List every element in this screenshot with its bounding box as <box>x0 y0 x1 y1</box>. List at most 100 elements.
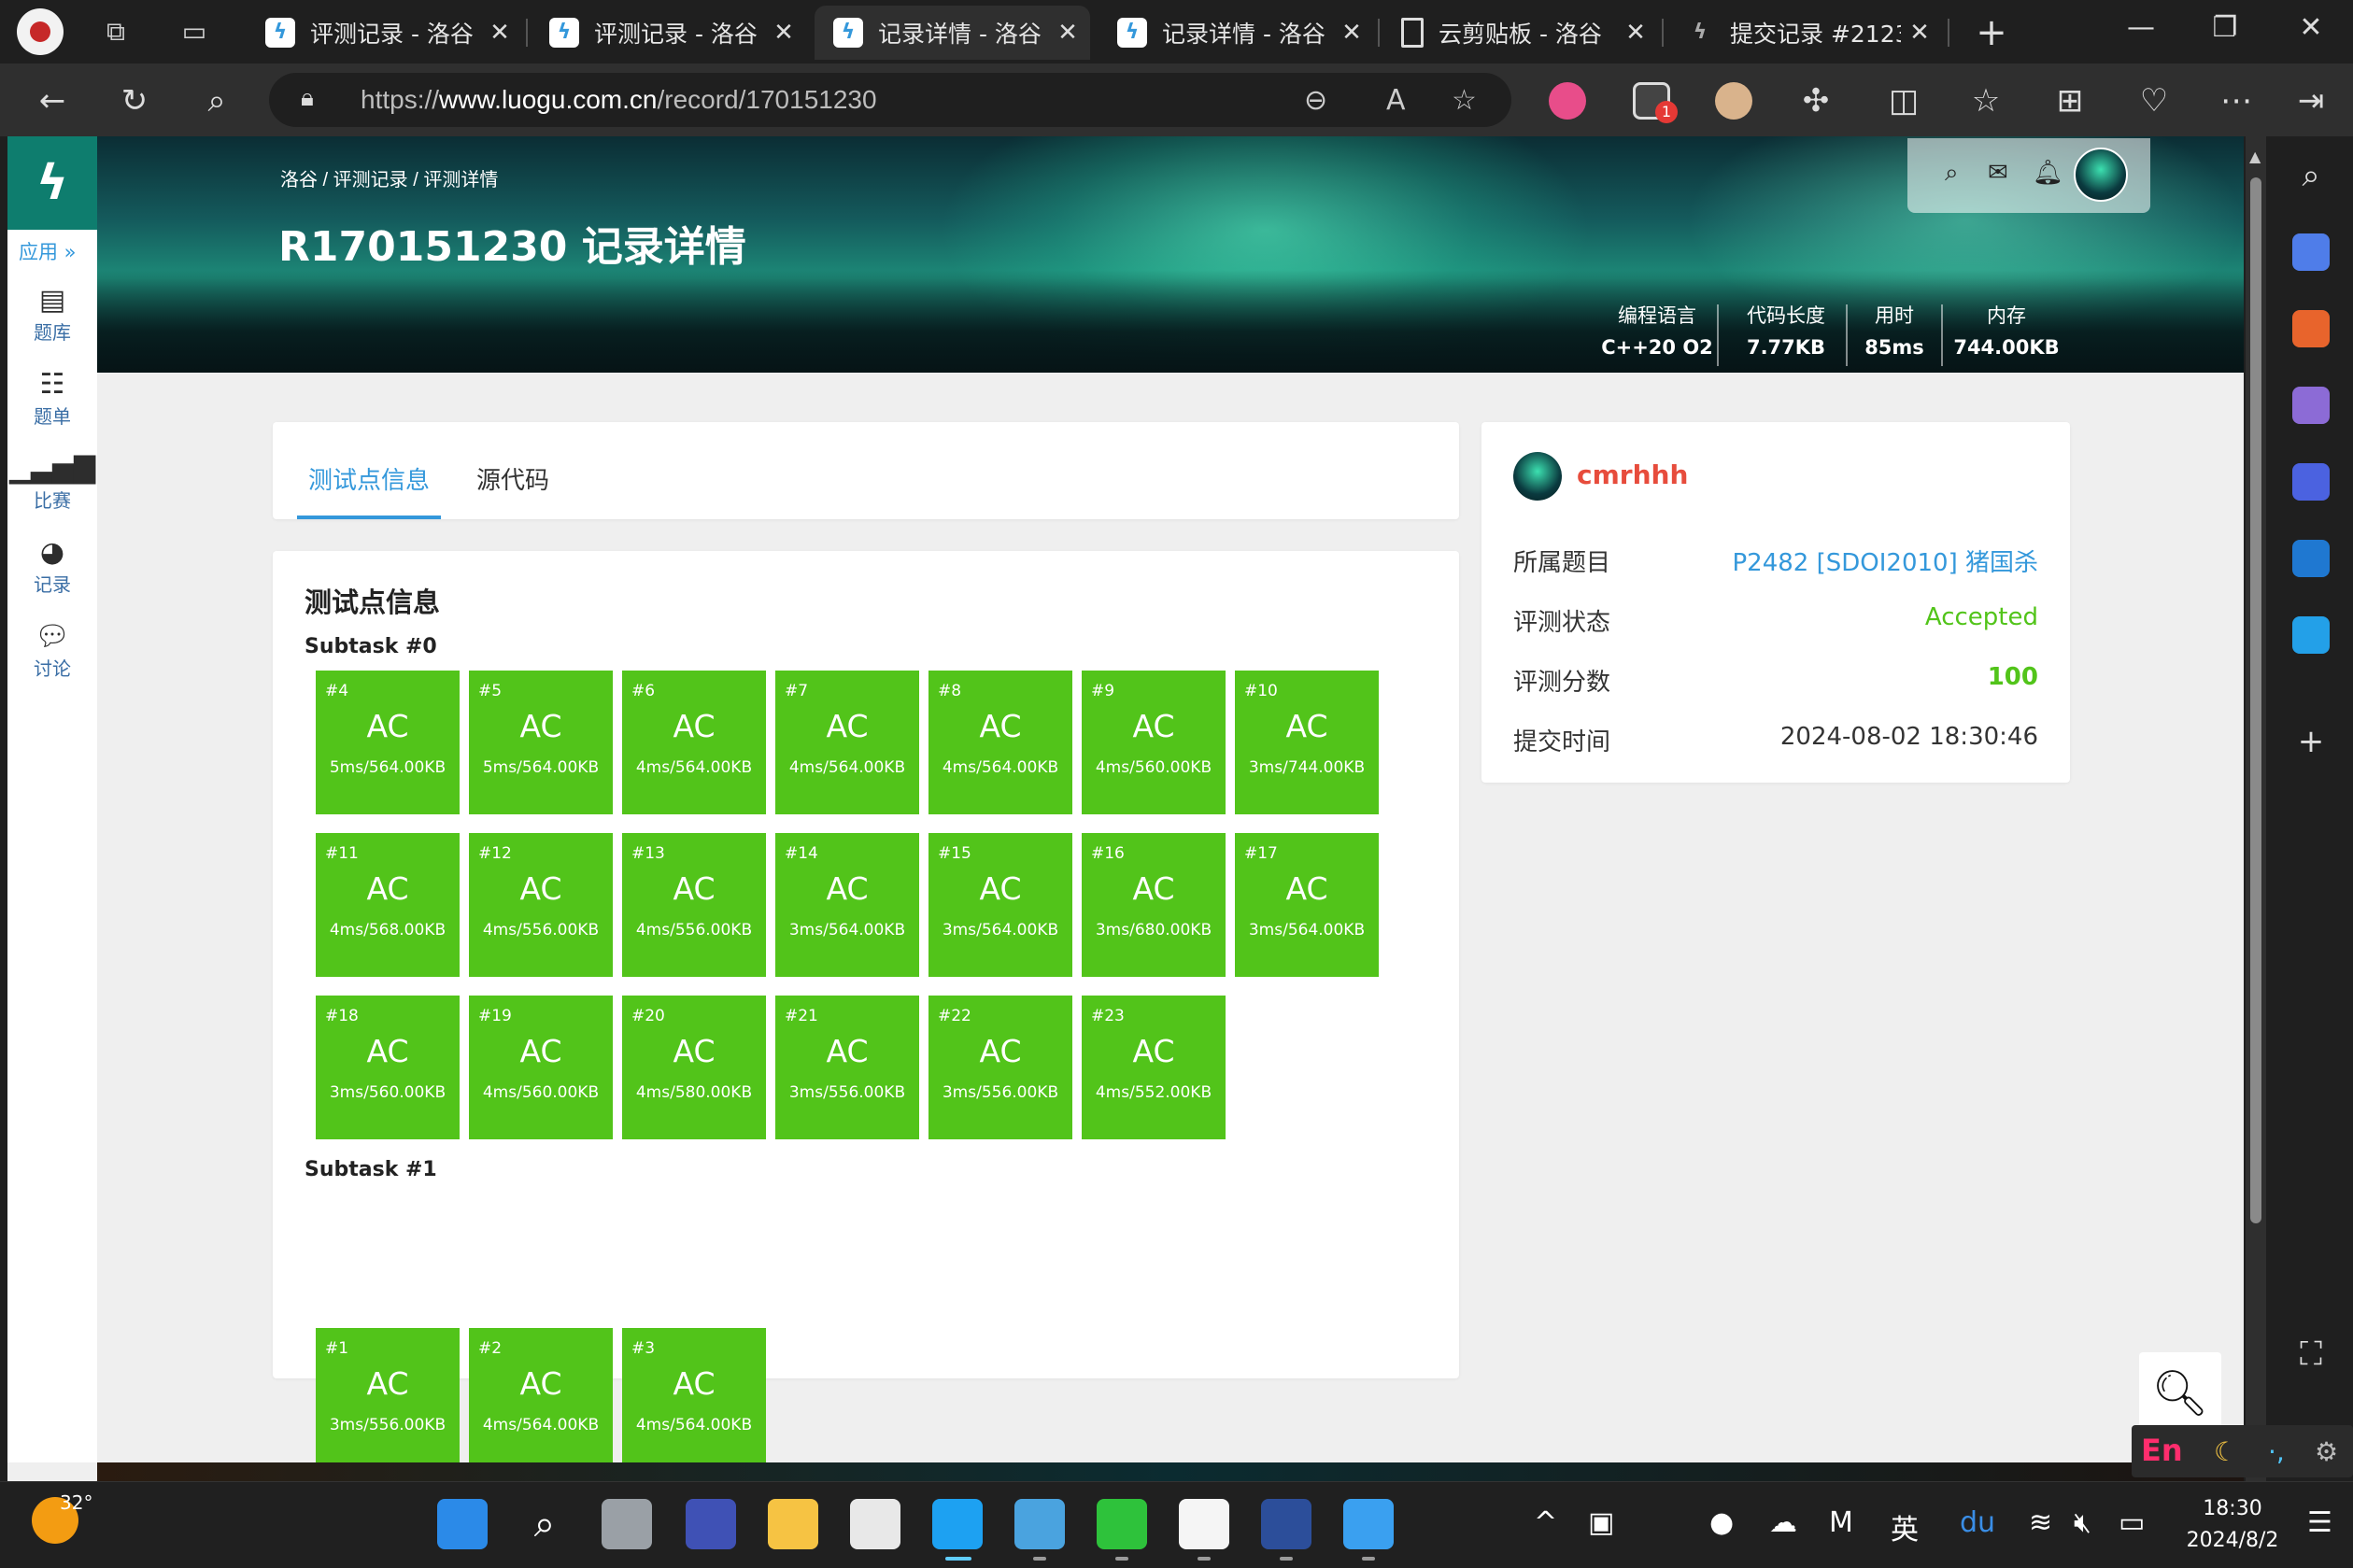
tray-app-icon[interactable]: ▣ <box>1588 1506 1614 1539</box>
wechat-icon[interactable] <box>1097 1499 1147 1549</box>
search-icon[interactable]: ⌕ <box>519 1499 570 1549</box>
sidebar-item-contest[interactable]: ▁▃▅▇ 比赛 <box>7 452 97 513</box>
onedrive-icon[interactable]: ☁ <box>1769 1506 1797 1539</box>
browser-tab-active[interactable]: ϟ 记录详情 - 洛谷 ✕ <box>815 6 1090 60</box>
browser-tab[interactable]: ϟ 评测记录 - 洛谷 ✕ <box>531 6 806 60</box>
close-icon[interactable]: ✕ <box>1617 19 1654 47</box>
moon-icon[interactable]: ☾ <box>2214 1436 2237 1467</box>
testcase-tile[interactable]: #17 AC 3ms/564.00KB <box>1235 833 1379 977</box>
baidu-netdisk-icon[interactable]: du <box>1960 1506 1995 1539</box>
testcase-tile[interactable]: #9 AC 4ms/560.00KB <box>1082 671 1226 814</box>
testcase-tile[interactable]: #10 AC 3ms/744.00KB <box>1235 671 1379 814</box>
copilot-icon[interactable] <box>2292 463 2330 501</box>
back-button[interactable]: ← <box>32 80 73 121</box>
avatar[interactable] <box>1513 452 1562 501</box>
add-icon[interactable]: + <box>2290 721 2332 762</box>
games-icon[interactable] <box>2292 387 2330 424</box>
luogu-logo[interactable]: ϟ <box>7 136 97 230</box>
avatar[interactable] <box>2074 148 2128 202</box>
search-icon[interactable]: ⌕ <box>2290 155 2332 196</box>
browser-essentials-icon[interactable]: ♡ <box>2133 80 2175 121</box>
extension-icon[interactable] <box>1549 82 1586 120</box>
sidebar-item-problems[interactable]: ▤ 题库 <box>7 284 97 345</box>
bell-icon[interactable]: 🔔︎ <box>2033 159 2063 187</box>
close-icon[interactable]: ✕ <box>1049 19 1086 47</box>
outlook-icon[interactable] <box>2292 540 2330 577</box>
screenshot-icon[interactable]: ⛶ <box>2290 1334 2332 1375</box>
tools-icon[interactable] <box>2292 310 2330 347</box>
testcase-tile[interactable]: #15 AC 3ms/564.00KB <box>928 833 1072 977</box>
collections-icon[interactable]: ⊞ <box>2049 80 2091 121</box>
wechat-tray-icon[interactable]: ● <box>1709 1506 1734 1539</box>
search-icon[interactable]: ⌕ <box>196 80 237 121</box>
testcase-tile[interactable]: #20 AC 4ms/580.00KB <box>622 996 766 1139</box>
shopping-tag-icon[interactable] <box>2292 233 2330 271</box>
task-view-icon[interactable] <box>602 1499 652 1549</box>
more-menu-icon[interactable]: ⋯ <box>2216 80 2257 121</box>
tab-testcases[interactable]: 测试点信息 <box>308 461 430 496</box>
testcase-tile[interactable]: #2 AC 4ms/564.00KB <box>469 1328 613 1472</box>
ime-language-toggle[interactable]: En <box>2141 1433 2183 1468</box>
microsoft-store-icon[interactable] <box>850 1499 900 1549</box>
favorite-star-icon[interactable]: ☆ <box>1452 84 1477 117</box>
search-icon[interactable]: ⌕ <box>1945 159 1959 188</box>
username-link[interactable]: cmrhhh <box>1577 459 1688 490</box>
testcase-tile[interactable]: #5 AC 5ms/564.00KB <box>469 671 613 814</box>
testcase-tile[interactable]: #12 AC 4ms/556.00KB <box>469 833 613 977</box>
battery-icon[interactable]: ▭ <box>2119 1506 2145 1539</box>
wifi-icon[interactable]: ≋ <box>2029 1506 2052 1539</box>
gear-icon[interactable]: ⚙ <box>2315 1436 2338 1467</box>
scroll-up-icon[interactable]: ▲ <box>2249 148 2261 165</box>
sidebar-item-training[interactable]: ☷ 题单 <box>7 368 97 429</box>
browser-tab[interactable]: ϟ 记录详情 - 洛谷 ✕ <box>1099 6 1374 60</box>
start-icon[interactable] <box>437 1499 488 1549</box>
tab-actions-icon[interactable]: ▭ <box>176 13 213 50</box>
notepad-icon[interactable] <box>1014 1499 1065 1549</box>
lock-icon[interactable]: 🔒︎ <box>301 84 327 116</box>
minimize-button[interactable]: — <box>2113 11 2169 44</box>
volume-muted-icon[interactable]: 🔇︎ <box>2074 1506 2091 1539</box>
system-clock[interactable]: 18:30 2024/8/2 <box>2176 1493 2289 1557</box>
input-method-indicator[interactable]: 英 <box>1891 1506 1919 1547</box>
file-explorer-icon[interactable] <box>768 1499 818 1549</box>
qq-icon[interactable] <box>1179 1499 1229 1549</box>
problem-link[interactable]: P2482 [SDOI2010] 猪国杀 <box>1733 544 2039 578</box>
close-icon[interactable]: ✕ <box>481 19 518 47</box>
testcase-tile[interactable]: #1 AC 3ms/556.00KB <box>316 1328 460 1472</box>
punctuation-icon[interactable]: ·, <box>2268 1436 2285 1467</box>
testcase-tile[interactable]: #13 AC 4ms/556.00KB <box>622 833 766 977</box>
notification-icon[interactable]: ☰ <box>2307 1506 2332 1539</box>
testcase-tile[interactable]: #23 AC 4ms/552.00KB <box>1082 996 1226 1139</box>
tray-app-icon[interactable]: M <box>1829 1506 1853 1539</box>
extensions-puzzle-icon[interactable]: ✣ <box>1795 80 1836 121</box>
browser-tab[interactable]: ϟ 提交记录 #2123 ✕ <box>1666 6 1942 60</box>
testcase-tile[interactable]: #11 AC 4ms/568.00KB <box>316 833 460 977</box>
address-bar[interactable]: 🔒︎ https://www.luogu.com.cn/record/17015… <box>269 73 1511 127</box>
url-text[interactable]: https://www.luogu.com.cn/record/17015123… <box>361 85 877 115</box>
testcase-tile[interactable]: #14 AC 3ms/564.00KB <box>775 833 919 977</box>
read-aloud-icon[interactable]: A <box>1386 84 1406 117</box>
testcase-tile[interactable]: #16 AC 3ms/680.00KB <box>1082 833 1226 977</box>
mail-icon[interactable]: ✉ <box>1988 159 2008 187</box>
testcase-tile[interactable]: #6 AC 4ms/564.00KB <box>622 671 766 814</box>
close-icon[interactable]: ✕ <box>765 19 802 47</box>
image-viewer-icon[interactable] <box>1343 1499 1394 1549</box>
dev-cpp-icon[interactable] <box>1261 1499 1311 1549</box>
edge-icon[interactable] <box>932 1499 983 1549</box>
testcase-tile[interactable]: #7 AC 4ms/564.00KB <box>775 671 919 814</box>
restore-button[interactable]: ❐ <box>2197 11 2253 44</box>
testcase-tile[interactable]: #4 AC 5ms/564.00KB <box>316 671 460 814</box>
tab-source-code[interactable]: 源代码 <box>476 461 549 496</box>
testcase-tile[interactable]: #21 AC 3ms/556.00KB <box>775 996 919 1139</box>
sidebar-item-record[interactable]: ◕ 记录 <box>7 536 97 597</box>
breadcrumb[interactable]: 洛谷 / 评测记录 / 评测详情 <box>280 164 498 191</box>
favorites-icon[interactable]: ☆ <box>1965 80 2006 121</box>
page-scrollbar[interactable]: ▲ <box>2246 136 2266 1481</box>
testcase-tile[interactable]: #8 AC 4ms/564.00KB <box>928 671 1072 814</box>
browser-tab[interactable]: ϟ 评测记录 - 洛谷 ✕ <box>247 6 522 60</box>
testcase-tile[interactable]: #3 AC 4ms/564.00KB <box>622 1328 766 1472</box>
close-window-button[interactable]: ✕ <box>2283 11 2339 44</box>
scrollbar-thumb[interactable] <box>2250 177 2261 1223</box>
new-tab-button[interactable]: + <box>1971 11 2012 54</box>
close-icon[interactable]: ✕ <box>1901 19 1938 47</box>
